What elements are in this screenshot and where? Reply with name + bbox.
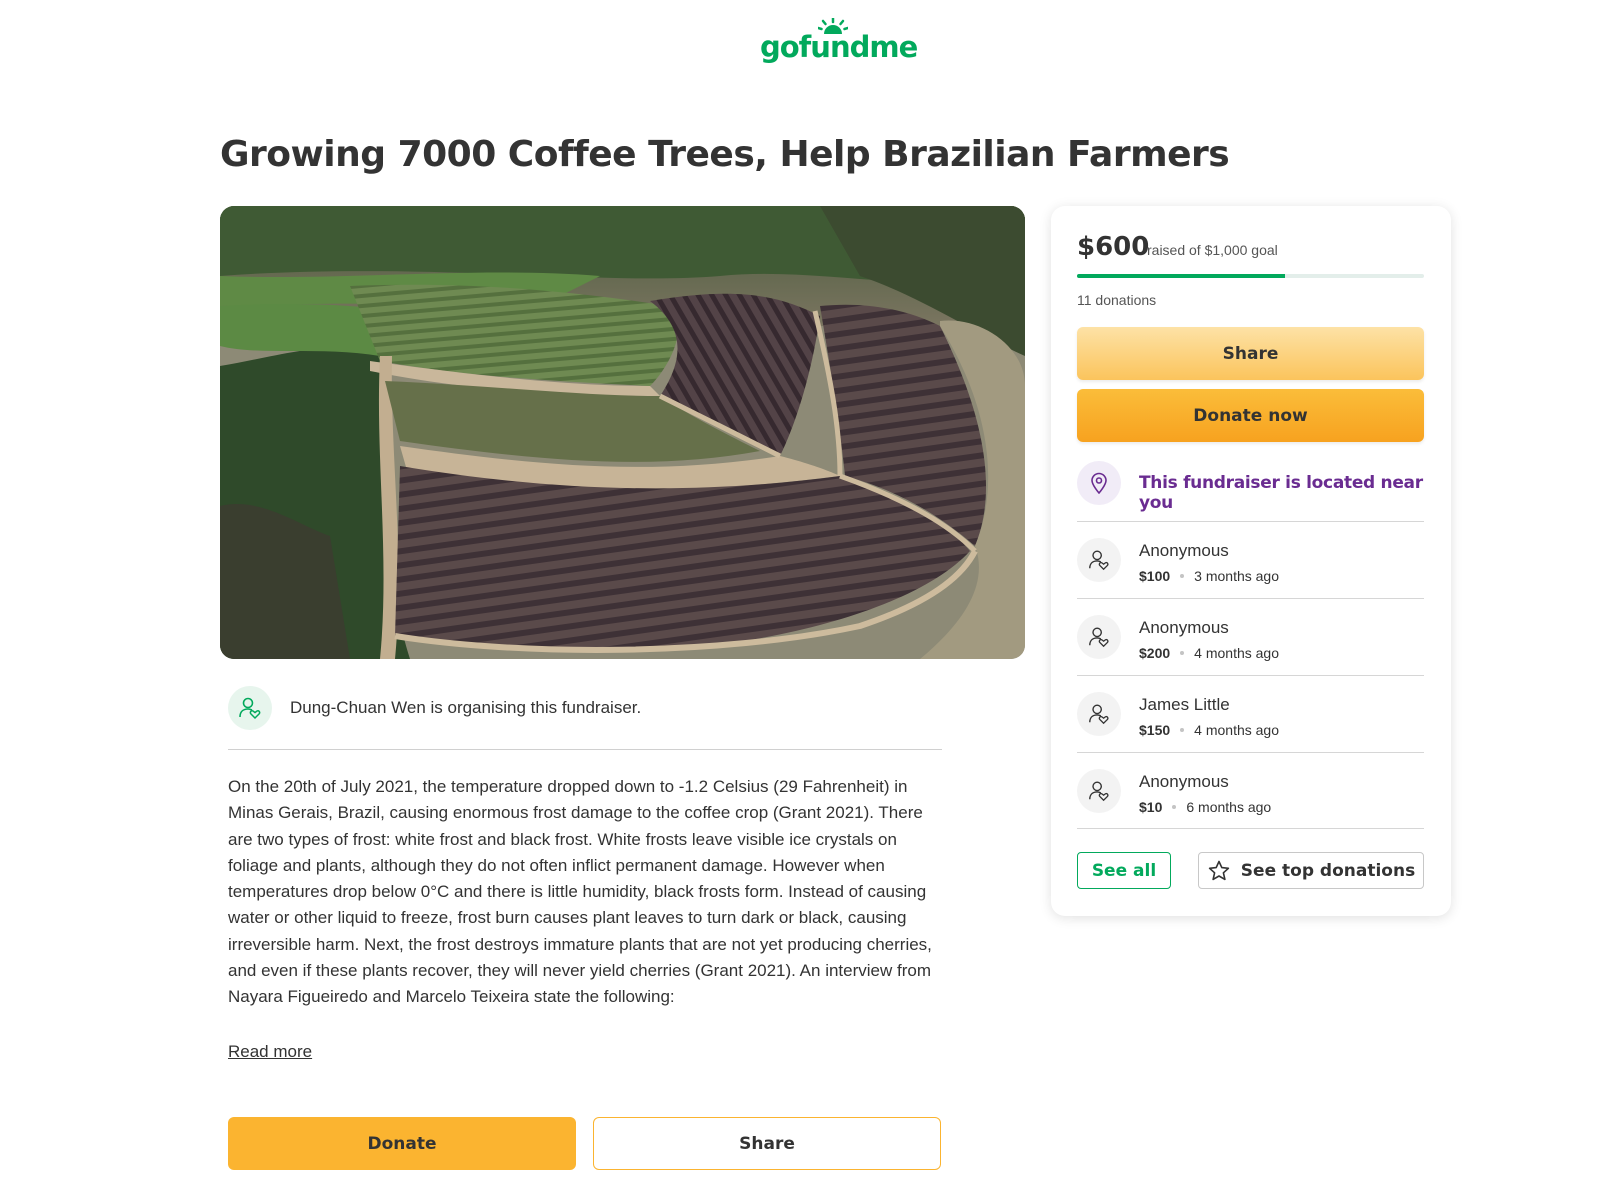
read-more-link[interactable]: Read more bbox=[228, 1042, 312, 1062]
person-heart-icon bbox=[228, 686, 272, 730]
donor-meta: $100 3 months ago bbox=[1139, 568, 1279, 584]
star-icon bbox=[1208, 860, 1229, 880]
list-item: James Little $150 4 months ago bbox=[1077, 675, 1424, 752]
organiser-row: Dung-Chuan Wen is organising this fundra… bbox=[228, 686, 942, 750]
share-button[interactable]: Share bbox=[593, 1117, 941, 1170]
donor-amount: $10 bbox=[1139, 799, 1163, 815]
nearby-text: This fundraiser is located near you bbox=[1139, 473, 1423, 513]
logo-wordmark: gofundme bbox=[760, 30, 918, 64]
separator-dot bbox=[1180, 574, 1185, 578]
donor-amount: $100 bbox=[1139, 568, 1171, 584]
goal-text: raised of $1,000 goal bbox=[1147, 242, 1278, 258]
donor-name: Anonymous bbox=[1139, 618, 1229, 637]
see-all-button[interactable]: See all bbox=[1077, 852, 1171, 889]
donor-meta: $150 4 months ago bbox=[1139, 722, 1279, 738]
sidebar-share-button[interactable]: Share bbox=[1077, 327, 1424, 380]
page-title: Growing 7000 Coffee Trees, Help Brazilia… bbox=[220, 134, 1230, 175]
person-heart-icon bbox=[1077, 615, 1121, 659]
gofundme-logo[interactable]: gofundme bbox=[760, 18, 918, 64]
donor-meta: $200 4 months ago bbox=[1139, 645, 1279, 661]
donation-sidebar: $600 raised of $1,000 goal 11 donations … bbox=[1051, 206, 1451, 916]
donor-amount: $200 bbox=[1139, 645, 1171, 661]
list-item: Anonymous $10 6 months ago bbox=[1077, 752, 1424, 829]
progress-fill bbox=[1077, 274, 1286, 278]
organiser-text: Dung-Chuan Wen is organising this fundra… bbox=[290, 698, 642, 717]
donor-name: James Little bbox=[1139, 695, 1230, 714]
progress-bar bbox=[1077, 274, 1424, 278]
recent-donations-list: Anonymous $100 3 months ago Anonymous $2… bbox=[1077, 521, 1424, 829]
map-pin-icon bbox=[1077, 461, 1121, 505]
see-top-donations-button[interactable]: See top donations bbox=[1198, 852, 1424, 889]
donor-time: 4 months ago bbox=[1194, 722, 1279, 738]
donate-button[interactable]: Donate bbox=[228, 1117, 576, 1170]
separator-dot bbox=[1180, 728, 1185, 732]
separator-dot bbox=[1172, 805, 1177, 809]
campaign-story: On the 20th of July 2021, the temperatur… bbox=[228, 777, 932, 1007]
nearby-notice: This fundraiser is located near you bbox=[1077, 461, 1424, 513]
donor-meta: $10 6 months ago bbox=[1139, 799, 1271, 815]
separator-dot bbox=[1180, 651, 1185, 655]
person-heart-icon bbox=[1077, 538, 1121, 582]
amount-raised: $600 bbox=[1077, 232, 1150, 262]
person-heart-icon bbox=[1077, 769, 1121, 813]
campaign-hero-image bbox=[220, 206, 1025, 659]
list-item: Anonymous $100 3 months ago bbox=[1077, 521, 1424, 598]
donor-time: 6 months ago bbox=[1186, 799, 1272, 815]
donor-time: 4 months ago bbox=[1194, 645, 1279, 661]
donations-count: 11 donations bbox=[1077, 292, 1157, 308]
donor-time: 3 months ago bbox=[1194, 568, 1279, 584]
donor-amount: $150 bbox=[1139, 722, 1171, 738]
list-item: Anonymous $200 4 months ago bbox=[1077, 598, 1424, 675]
donor-name: Anonymous bbox=[1139, 541, 1229, 560]
person-heart-icon bbox=[1077, 692, 1121, 736]
donate-now-button[interactable]: Donate now bbox=[1077, 389, 1424, 442]
donor-name: Anonymous bbox=[1139, 772, 1229, 791]
see-top-donations-label: See top donations bbox=[1240, 860, 1416, 881]
coffee-farm-aerial-image bbox=[220, 206, 1025, 659]
